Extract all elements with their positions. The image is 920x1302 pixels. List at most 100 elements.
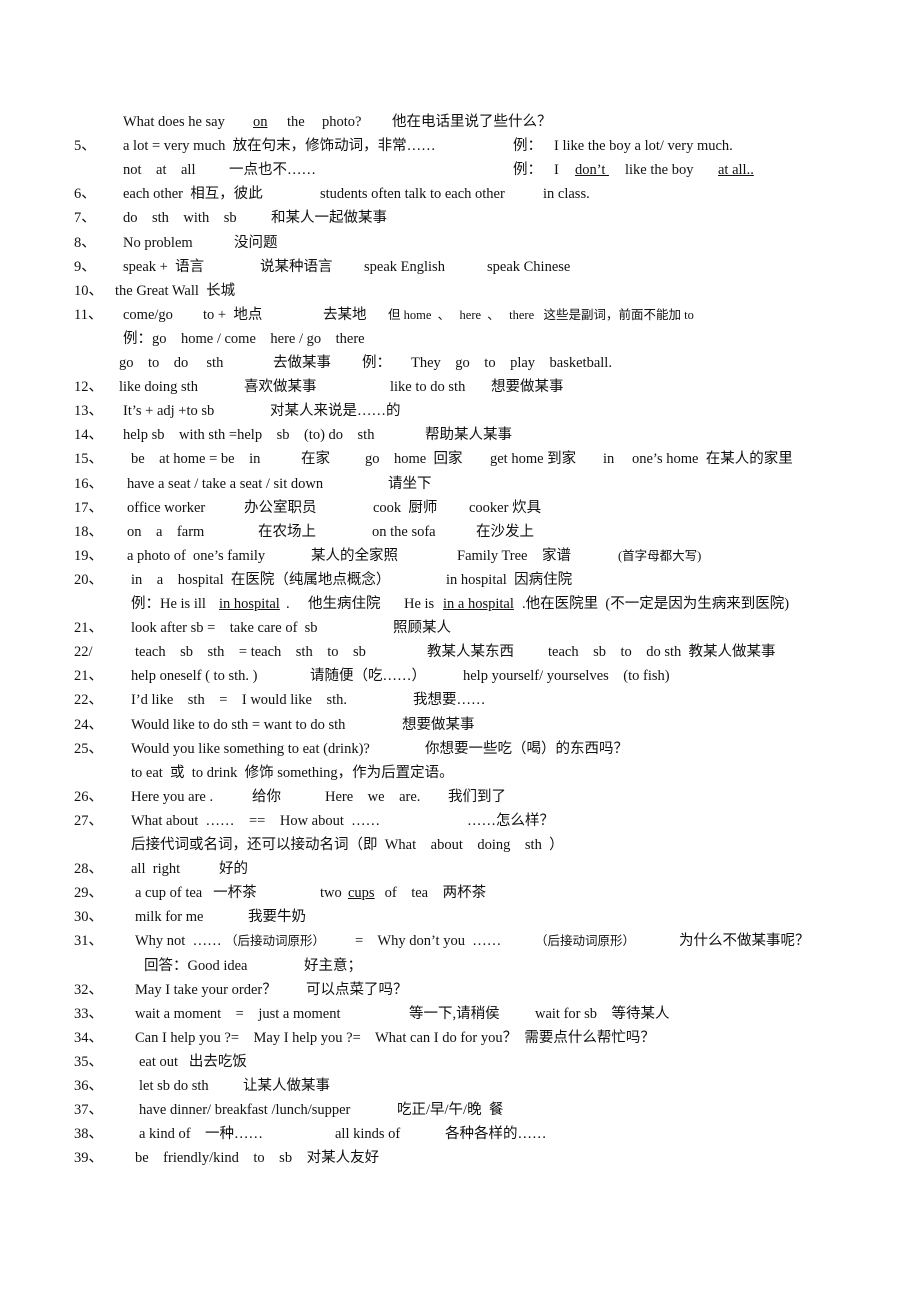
text-segment: 吃正/早/午/晚 餐 — [397, 1102, 504, 1119]
text-segment: 例：go home / come here / go there — [123, 330, 365, 347]
item-number: 25、 — [74, 740, 103, 757]
document-line: 18、 on a farm 在农场上 on the sofa 在沙发上 — [0, 520, 920, 544]
text-segment: be friendly/kind to sb 对某人友好 — [135, 1150, 380, 1167]
text-segment: all kinds of — [335, 1126, 401, 1143]
item-number: 28、 — [74, 861, 103, 878]
document-line: 27、 What about …… == How about …… ……怎么样？ — [0, 809, 920, 833]
item-number: 19、 — [74, 547, 103, 564]
text-segment: milk for me — [135, 909, 204, 926]
text-segment: one’s home 在某人的家里 — [632, 451, 793, 468]
item-number: 26、 — [74, 788, 103, 805]
underlined-text: in hospital — [219, 596, 280, 612]
document-line: 9、 speak + 语言 说某种语言 speak English speak Chin… — [0, 255, 920, 279]
text-segment: office worker — [127, 499, 206, 516]
underlined-text: don’t — [575, 162, 609, 179]
text-segment: 没问题 — [234, 234, 278, 251]
item-number: 35、 — [74, 1053, 103, 1070]
text-segment: 办公室职员 — [244, 499, 317, 516]
text-segment: 教某人某东西 — [427, 644, 514, 661]
document-line: 19、 a photo of one’s family 某人的全家照 Family T… — [0, 544, 920, 568]
text-segment: help yourself/ yourselves (to fish) — [463, 668, 670, 685]
text-segment: 我想要…… — [413, 692, 486, 709]
text-segment: 好的 — [219, 861, 248, 878]
text-segment: 例： — [513, 138, 542, 155]
text-segment: like to do sth — [390, 379, 466, 396]
item-number: 24、 — [74, 716, 103, 733]
document-line: 13、 It’s + adj +to sb 对某人来说是……的 — [0, 399, 920, 423]
document-line: 8、 No problem 没问题 — [0, 231, 920, 255]
item-number: 18、 — [74, 523, 103, 540]
item-number: 34、 — [74, 1029, 103, 1046]
text-segment: on the sofa — [372, 523, 436, 540]
item-number: 5、 — [74, 138, 96, 155]
text-segment: in — [603, 451, 615, 468]
text-segment: No problem — [123, 234, 193, 251]
text-segment: Would you like something to eat (drink)? — [131, 740, 370, 757]
item-number: 7、 — [74, 210, 96, 227]
text-segment: 等一下,请稍侯 — [409, 1005, 500, 1022]
item-number: 21、 — [74, 620, 103, 637]
document-line: 29、 a cup of tea 一杯茶 two cups of tea 两杯茶 — [0, 881, 920, 905]
document-line: 36、 let sb do sth 让某人做某事 — [0, 1074, 920, 1098]
text-segment: 去做某事 — [273, 355, 331, 371]
text-segment: let sb do sth — [139, 1078, 209, 1094]
document-line: 22、 I’d like sth = I would like sth. 我想要…… — [0, 688, 920, 712]
item-number: 37、 — [74, 1102, 103, 1119]
item-number: 10、 — [74, 282, 103, 299]
document-line: to eat 或 to drink 修饰 something，作为后置定语。 — [0, 761, 920, 785]
document-line: 11、 come/go to + 地点 去某地 但 home 、 here 、 ther… — [0, 303, 920, 327]
text-segment: 他生病住院 — [308, 596, 381, 612]
text-segment: I like the boy a lot/ very much. — [554, 138, 733, 155]
item-number: 27、 — [74, 812, 103, 829]
document-line: 5、 a lot = very much 放在句末，修饰动词，非常…… 例： I li… — [0, 134, 920, 158]
text-segment: on a farm — [127, 523, 205, 540]
text-segment: a photo of one’s family — [127, 547, 266, 564]
text-segment: to + 地点 — [203, 306, 263, 323]
text-segment: come/go — [123, 306, 173, 323]
text-segment: 说某种语言 — [260, 258, 333, 275]
document-line: 16、 have a seat / take a seat / sit down 请… — [0, 472, 920, 496]
underlined-text: at all.. — [718, 162, 754, 179]
text-segment: in a hospital 在医院（纯属地点概念） — [131, 571, 391, 588]
underlined-text: on — [253, 114, 268, 130]
document-line: 37、 have dinner/ breakfast /lunch/supper 吃… — [0, 1098, 920, 1122]
text-segment: two — [320, 885, 346, 902]
text-segment: = Why don’t you …… — [355, 933, 502, 950]
text-segment: be at home = be in — [131, 451, 261, 468]
text-segment: 好主意； — [304, 957, 362, 974]
document-line: 14、 help sb with sth =help sb (to) do sth… — [0, 423, 920, 447]
text-segment: wait for sb 等待某人 — [535, 1005, 670, 1022]
text-segment: help oneself ( to sth. ) — [131, 668, 258, 685]
text-segment: ……怎么样？ — [467, 812, 554, 829]
text-segment: to eat 或 to drink 修饰 something，作为后置定语。 — [131, 764, 454, 781]
item-number: 33、 — [74, 1005, 103, 1022]
document-line: not at all 一点也不…… 例： Idon’t like the boy at … — [0, 158, 920, 182]
item-number: 8、 — [74, 234, 96, 251]
item-number: 14、 — [74, 427, 103, 444]
text-segment: . — [286, 596, 290, 612]
document-line: 后接代词或名词，还可以接动名词（即 What about doing sth ） — [0, 833, 920, 857]
document-line: 17、 office worker 办公室职员 cook 厨师 cooker 炊具 — [0, 496, 920, 520]
text-segment: all right — [131, 861, 181, 878]
text-segment: eat out 出去吃饭 — [139, 1053, 247, 1070]
text-segment: 请随便（吃……） — [310, 668, 426, 685]
item-number: 17、 — [74, 499, 103, 516]
text-segment: the Great Wall 长城 — [115, 282, 236, 299]
text-segment: 给你 — [252, 788, 281, 805]
item-number: 9、 — [74, 258, 96, 275]
text-segment: photo? — [322, 114, 362, 130]
document-line: 34、 Can I help you ?= May I help you ?= W… — [0, 1026, 920, 1050]
text-segment: 各种各样的…… — [445, 1126, 547, 1143]
text-segment: 我要牛奶 — [248, 909, 306, 926]
underlined-text: cups — [348, 885, 375, 902]
document-line: 20、 in a hospital 在医院（纯属地点概念） in hospital … — [0, 568, 920, 592]
document-line: 例：He is ill in hospital. 他生病住院 He is in a … — [0, 592, 920, 616]
text-segment: not at all — [123, 162, 196, 179]
underlined-text: in a hospital — [443, 596, 514, 612]
text-segment: each other 相互，彼此 — [123, 186, 263, 203]
text-segment: speak Chinese — [487, 258, 571, 275]
document-line: 26、 Here you are . 给你 Here we are. 我们到了 — [0, 785, 920, 809]
text-segment: teach sb to do sth 教某人做某事 — [548, 644, 776, 661]
item-number: 16、 — [74, 475, 103, 492]
item-number: 20、 — [74, 571, 103, 588]
